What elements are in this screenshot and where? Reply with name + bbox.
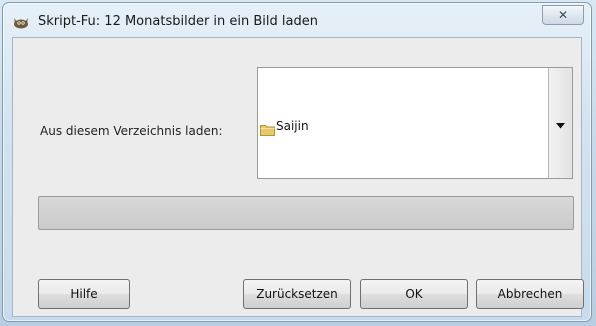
help-button-label: Hilfe — [70, 287, 98, 301]
folder-icon — [260, 121, 275, 136]
title-bar[interactable]: Skript-Fu: 12 Monatsbilder in ein Bild l… — [3, 3, 591, 37]
dialog-content: Aus diesem Verzeichnis laden: Saijin Hil… — [12, 37, 584, 317]
cancel-button[interactable]: Abbrechen — [476, 279, 584, 309]
dialog-window: Skript-Fu: 12 Monatsbilder in ein Bild l… — [2, 2, 592, 322]
directory-chooser[interactable]: Saijin — [257, 67, 573, 179]
reset-button[interactable]: Zurücksetzen — [243, 279, 351, 309]
close-button[interactable]: ✕ — [542, 5, 584, 25]
gimp-wilber-icon — [12, 14, 30, 29]
ok-button[interactable]: OK — [360, 279, 468, 309]
help-button[interactable]: Hilfe — [38, 279, 130, 309]
window-title: Skript-Fu: 12 Monatsbilder in ein Bild l… — [38, 14, 318, 29]
dropdown-button[interactable] — [548, 68, 572, 178]
directory-value: Saijin — [276, 119, 309, 133]
cancel-button-label: Abbrechen — [497, 287, 563, 301]
close-icon: ✕ — [557, 8, 569, 22]
progress-bar — [38, 196, 574, 230]
reset-button-label: Zurücksetzen — [256, 287, 338, 301]
ok-button-label: OK — [405, 287, 423, 301]
dropdown-arrow-icon — [556, 114, 565, 133]
directory-label: Aus diesem Verzeichnis laden: — [40, 124, 223, 138]
